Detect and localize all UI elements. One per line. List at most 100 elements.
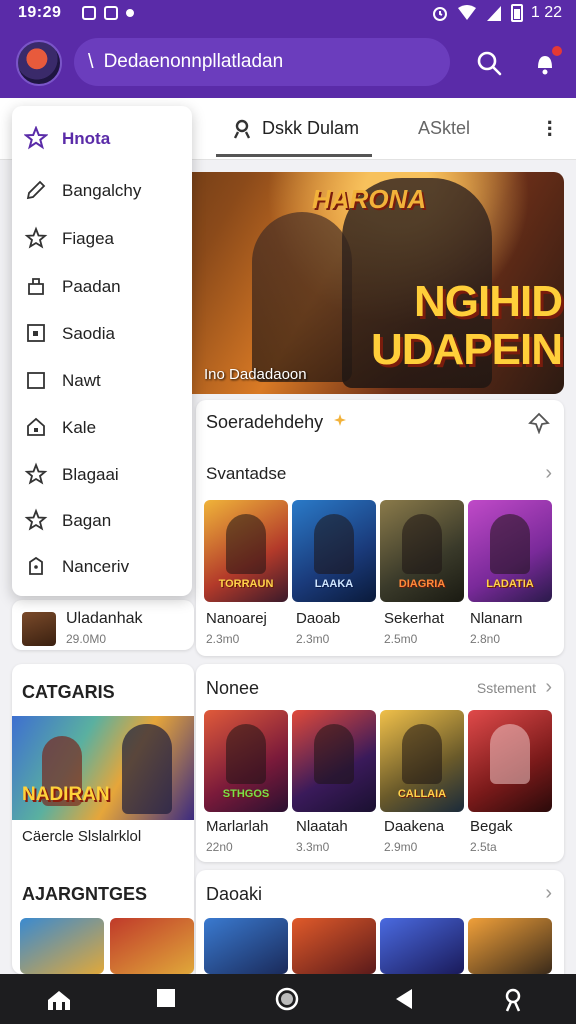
person-icon <box>233 119 251 139</box>
drawer-item-2[interactable]: Bangalchy <box>12 170 192 210</box>
game-size: 2.3m0 <box>296 632 330 646</box>
game-size: 22n0 <box>206 840 233 854</box>
game-name: Begak <box>470 818 513 835</box>
game-name: Nlanarn <box>470 610 523 627</box>
search-icon[interactable] <box>474 48 504 78</box>
game-tile-text: TORRAUN <box>218 578 274 590</box>
game-name: Sekerhat <box>384 610 445 627</box>
game-tile[interactable] <box>468 918 552 974</box>
drawer-item-label: Blagaai <box>62 465 119 484</box>
game-tile[interactable] <box>292 710 376 812</box>
avatar[interactable] <box>16 40 62 86</box>
drawer-item-7[interactable]: Kale <box>12 407 192 447</box>
account-icon[interactable] <box>502 988 524 1012</box>
drawer-item-4[interactable]: Paadan <box>12 266 192 306</box>
hero-character-secondary <box>252 212 352 382</box>
drawer-item-label: Nawt <box>62 371 101 390</box>
drawer-item-10[interactable]: Nanceriv <box>12 546 192 586</box>
square-dot-icon <box>27 324 45 342</box>
battery-level: 1 22 <box>530 4 562 21</box>
drawer-item-8[interactable]: Blagaai <box>12 454 192 494</box>
game-name: Marlarlah <box>206 818 269 835</box>
home-icon <box>27 417 45 436</box>
game-tile[interactable] <box>468 710 552 812</box>
game-art <box>490 724 530 784</box>
drawer-item-5[interactable]: Saodia <box>12 313 192 353</box>
game-size: 2.5ta <box>470 840 497 854</box>
drawer-item-label: Fiagea <box>62 229 114 248</box>
chevron-right-icon[interactable]: › <box>545 676 552 699</box>
search-text: Dedaenonnpllatladan <box>103 51 284 72</box>
game-art <box>226 724 266 784</box>
drawer-item-label: Nanceriv <box>62 557 130 576</box>
game-size: 2.8n0 <box>470 632 501 646</box>
notification-button[interactable] <box>530 46 562 78</box>
drawer-item-6[interactable]: Nawt <box>12 360 192 400</box>
game-tile[interactable]: TORRAUN <box>204 500 288 602</box>
user-avatar <box>22 612 56 646</box>
home-icon[interactable] <box>46 988 72 1012</box>
drawer-item-9[interactable]: Bagan <box>12 500 192 540</box>
game-tile-text: LADATIA <box>486 578 534 590</box>
game-name: Nlaatah <box>296 818 348 835</box>
status-icons-left <box>82 6 134 20</box>
category-banner[interactable]: NADIRAN <box>12 716 194 820</box>
drawer-item-label: Bangalchy <box>62 181 142 200</box>
battery-icon <box>510 4 523 22</box>
app-bar: \ Dedaenonnpllatladan <box>0 28 576 98</box>
chevron-right-icon[interactable]: › <box>545 462 552 485</box>
game-size: 2.5m0 <box>384 632 418 646</box>
file-icon <box>104 6 118 20</box>
section-header: Daoaki <box>206 884 263 904</box>
hero-title: NGIHID UDAPEIN <box>352 278 563 374</box>
section-card-new: Nonee Sstement › STHGOS CALLAIA Marlarla… <box>196 664 564 862</box>
search-input[interactable]: \ Dedaenonnpllatladan <box>74 38 450 86</box>
star-icon <box>24 126 48 150</box>
see-all-link[interactable]: Sstement <box>477 680 536 696</box>
chevron-right-icon[interactable]: › <box>545 882 552 905</box>
tab-active[interactable]: Dskk Dulam <box>232 118 359 139</box>
home-circle-icon[interactable] <box>274 986 300 1012</box>
tab-second[interactable]: ASktel <box>418 118 470 139</box>
section-header: Soeradehdehy <box>206 412 324 432</box>
game-tile[interactable]: LADATIA <box>468 500 552 602</box>
game-art <box>490 514 530 574</box>
game-tile[interactable] <box>380 918 464 974</box>
drawer-item-3[interactable]: Fiagea <box>12 218 192 258</box>
game-size: 2.9m0 <box>384 840 418 854</box>
drawer-item-label: Saodia <box>62 324 115 343</box>
star-outline-icon <box>24 508 48 531</box>
game-tile-text: LAAKA <box>314 578 354 590</box>
recents-icon[interactable] <box>156 988 176 1008</box>
game-tile[interactable] <box>110 918 194 974</box>
back-icon[interactable] <box>394 988 414 1010</box>
game-art <box>226 514 266 574</box>
drawer-item-label: Bagan <box>62 511 112 530</box>
game-tile[interactable] <box>204 918 288 974</box>
game-tile[interactable]: DIAGRIA <box>380 500 464 602</box>
game-tile[interactable] <box>20 918 104 974</box>
categories-header: CATGARIS <box>22 682 115 702</box>
more-options-icon[interactable]: · · · <box>547 112 554 146</box>
game-tile[interactable]: STHGOS <box>204 710 288 812</box>
user-meta: 29.0M0 <box>66 632 107 646</box>
pin-icon[interactable] <box>528 412 550 434</box>
game-tile-text: STHGOS <box>222 788 270 800</box>
wifi-icon <box>457 5 476 20</box>
game-name: Daoab <box>296 610 341 627</box>
status-bar: 19:29 1 22 <box>0 0 576 28</box>
status-time: 19:29 <box>18 4 62 21</box>
game-tile[interactable] <box>292 918 376 974</box>
game-art <box>402 514 442 574</box>
search-cursor-icon: \ <box>88 50 94 73</box>
hero-caption: Ino Dadadaoon <box>204 366 307 383</box>
system-nav-bar <box>0 974 576 1024</box>
notification-dot-icon <box>126 9 134 17</box>
navigation-drawer: Hnota Bangalchy Fiagea Paadan Saodia Naw… <box>12 106 192 596</box>
game-tile[interactable]: LAAKA <box>292 500 376 602</box>
alarm-icon <box>432 7 447 21</box>
game-tile[interactable]: CALLAIA <box>380 710 464 812</box>
game-size: 3.3m0 <box>296 840 330 854</box>
gallery-icon <box>82 6 96 20</box>
drawer-item-1[interactable]: Hnota <box>12 118 192 158</box>
